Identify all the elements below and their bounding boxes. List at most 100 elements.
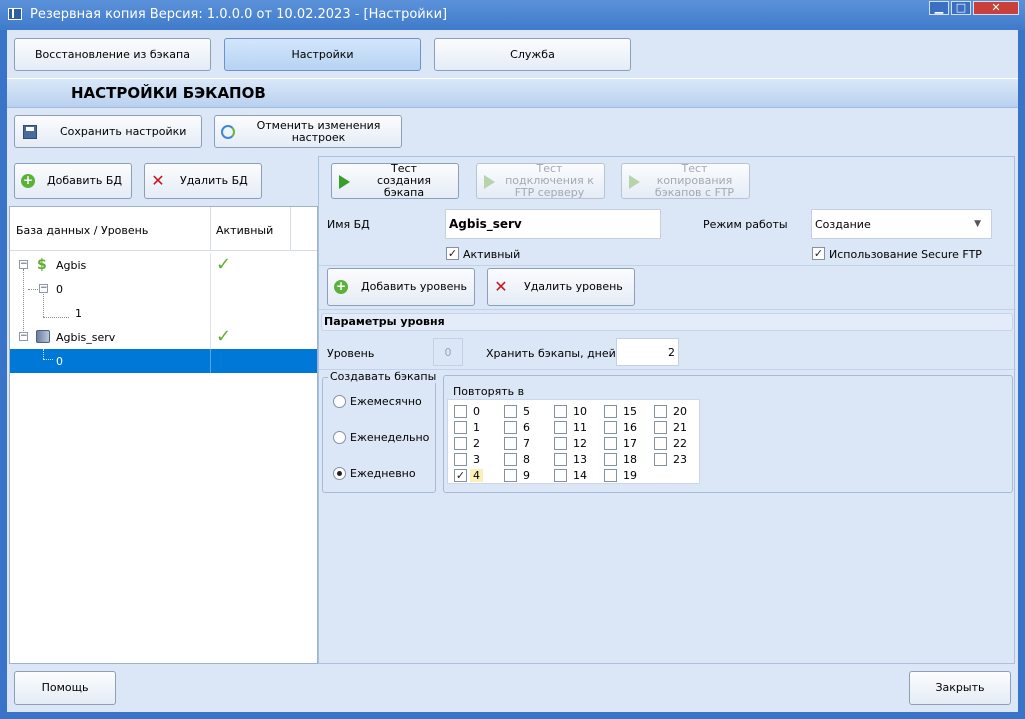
- hour-checkbox[interactable]: [554, 405, 567, 418]
- secure-ftp-label: Использование Secure FTP: [829, 248, 982, 261]
- save-settings-button[interactable]: Сохранить настройки: [14, 115, 202, 148]
- hour-checkbox[interactable]: [504, 453, 517, 466]
- hour-checkbox[interactable]: [504, 437, 517, 450]
- add-db-button[interactable]: + Добавить БД: [14, 163, 132, 199]
- tree-row[interactable]: − Agbis_serv ✓: [10, 325, 317, 349]
- collapse-icon[interactable]: −: [19, 332, 28, 341]
- help-button[interactable]: Помощь: [14, 671, 116, 705]
- hour-checkbox[interactable]: [454, 405, 467, 418]
- hour-checkbox[interactable]: [454, 421, 467, 434]
- hour-item[interactable]: 22: [654, 436, 700, 452]
- hour-item[interactable]: 10: [554, 404, 600, 420]
- weekly-radio[interactable]: [333, 431, 346, 444]
- plus-icon: +: [21, 173, 35, 188]
- test-ftp-connect-button[interactable]: Тест подключения к FTP серверу: [476, 163, 605, 199]
- hour-item[interactable]: 12: [554, 436, 600, 452]
- revert-settings-button[interactable]: Отменить изменения настроек: [214, 115, 402, 148]
- hour-item[interactable]: 17: [604, 436, 650, 452]
- main-frame: Восстановление из бэкапа Настройки Служб…: [7, 30, 1018, 712]
- hour-item[interactable]: 21: [654, 420, 700, 436]
- collapse-icon[interactable]: −: [39, 284, 48, 293]
- hour-item[interactable]: 3: [454, 452, 500, 468]
- hour-item[interactable]: 7: [504, 436, 550, 452]
- tree-row[interactable]: 1: [10, 301, 317, 325]
- hour-checkbox[interactable]: [604, 453, 617, 466]
- hour-item[interactable]: 11: [554, 420, 600, 436]
- tree-row[interactable]: − 0: [10, 277, 317, 301]
- keep-days-field[interactable]: 2: [616, 338, 679, 366]
- tab-restore[interactable]: Восстановление из бэкапа: [14, 38, 211, 71]
- hour-item[interactable]: 6: [504, 420, 550, 436]
- secure-ftp-checkbox[interactable]: ✓: [812, 247, 825, 260]
- active-checkbox[interactable]: ✓: [446, 247, 459, 260]
- hour-item[interactable]: ✓ 4: [454, 468, 500, 484]
- add-level-label: Добавить уровень: [361, 280, 468, 293]
- hour-item[interactable]: 1: [454, 420, 500, 436]
- hour-checkbox[interactable]: [504, 405, 517, 418]
- hour-item[interactable]: 9: [504, 468, 550, 484]
- hour-checkbox[interactable]: [654, 421, 667, 434]
- hour-item[interactable]: 16: [604, 420, 650, 436]
- db-dollar-icon: $: [37, 257, 47, 273]
- hour-item[interactable]: 5: [504, 404, 550, 420]
- hour-checkbox[interactable]: [654, 405, 667, 418]
- maximize-button[interactable]: □: [951, 1, 971, 15]
- db-tree-grid[interactable]: База данных / Уровень Активный − $ Agbis…: [9, 206, 318, 664]
- hour-item[interactable]: 2: [454, 436, 500, 452]
- delete-db-button[interactable]: ✕ Удалить БД: [144, 163, 262, 199]
- play-icon: [484, 175, 495, 189]
- tab-service[interactable]: Служба: [434, 38, 631, 71]
- hour-item[interactable]: 8: [504, 452, 550, 468]
- delete-level-button[interactable]: ✕ Удалить уровень: [487, 268, 635, 306]
- collapse-icon[interactable]: −: [19, 260, 28, 269]
- hour-item[interactable]: 18: [604, 452, 650, 468]
- mode-select-value: Создание: [815, 217, 871, 231]
- minimize-button[interactable]: ▁: [929, 1, 949, 15]
- db-name-field[interactable]: Agbis_serv: [445, 209, 661, 239]
- mode-select[interactable]: Создание ▼: [811, 209, 992, 239]
- undo-icon: [221, 125, 235, 139]
- close-window-button[interactable]: ✕: [973, 1, 1019, 15]
- hour-label: 5: [523, 405, 530, 418]
- hour-checkbox[interactable]: [604, 405, 617, 418]
- tree-row[interactable]: − $ Agbis ✓: [10, 253, 317, 277]
- hour-checkbox[interactable]: [454, 437, 467, 450]
- database-icon: [36, 330, 50, 343]
- hour-item[interactable]: 19: [604, 468, 650, 484]
- hour-checkbox[interactable]: [654, 453, 667, 466]
- test-ftp-copy-button[interactable]: Тест копирования бэкапов с FTP: [621, 163, 750, 199]
- tree-row-selected[interactable]: 0: [10, 349, 317, 373]
- hour-label: 15: [623, 405, 637, 418]
- hour-checkbox[interactable]: [554, 453, 567, 466]
- hour-item[interactable]: 15: [604, 404, 650, 420]
- hour-checkbox[interactable]: [604, 437, 617, 450]
- add-level-button[interactable]: + Добавить уровень: [327, 268, 475, 306]
- test-ftp-connect-label: Тест подключения к FTP серверу: [505, 162, 594, 199]
- hour-item[interactable]: 14: [554, 468, 600, 484]
- hour-checkbox[interactable]: [554, 437, 567, 450]
- column-header-active[interactable]: Активный: [216, 224, 273, 237]
- daily-radio[interactable]: [333, 467, 346, 480]
- test-create-backup-button[interactable]: Тест создания бэкапа: [331, 163, 459, 199]
- hour-checkbox[interactable]: [654, 437, 667, 450]
- tab-settings[interactable]: Настройки: [224, 38, 421, 71]
- hour-checkbox[interactable]: ✓: [454, 469, 467, 482]
- hour-checkbox[interactable]: [604, 469, 617, 482]
- hour-checkbox[interactable]: [554, 469, 567, 482]
- hour-checkbox[interactable]: [554, 421, 567, 434]
- column-header-name[interactable]: База данных / Уровень: [16, 224, 148, 237]
- hour-label: 0: [473, 405, 480, 418]
- hour-checkbox[interactable]: [504, 469, 517, 482]
- monthly-label: Ежемесячно: [350, 395, 422, 408]
- hour-checkbox[interactable]: [504, 421, 517, 434]
- hour-item[interactable]: 20: [654, 404, 700, 420]
- hour-item[interactable]: 0: [454, 404, 500, 420]
- hour-checkbox[interactable]: [604, 421, 617, 434]
- hour-label: 19: [623, 469, 637, 482]
- hour-item[interactable]: 23: [654, 452, 700, 468]
- monthly-radio[interactable]: [333, 395, 346, 408]
- hour-checkbox[interactable]: [454, 453, 467, 466]
- hour-item[interactable]: 13: [554, 452, 600, 468]
- close-button[interactable]: Закрыть: [909, 671, 1011, 705]
- play-icon: [339, 175, 350, 189]
